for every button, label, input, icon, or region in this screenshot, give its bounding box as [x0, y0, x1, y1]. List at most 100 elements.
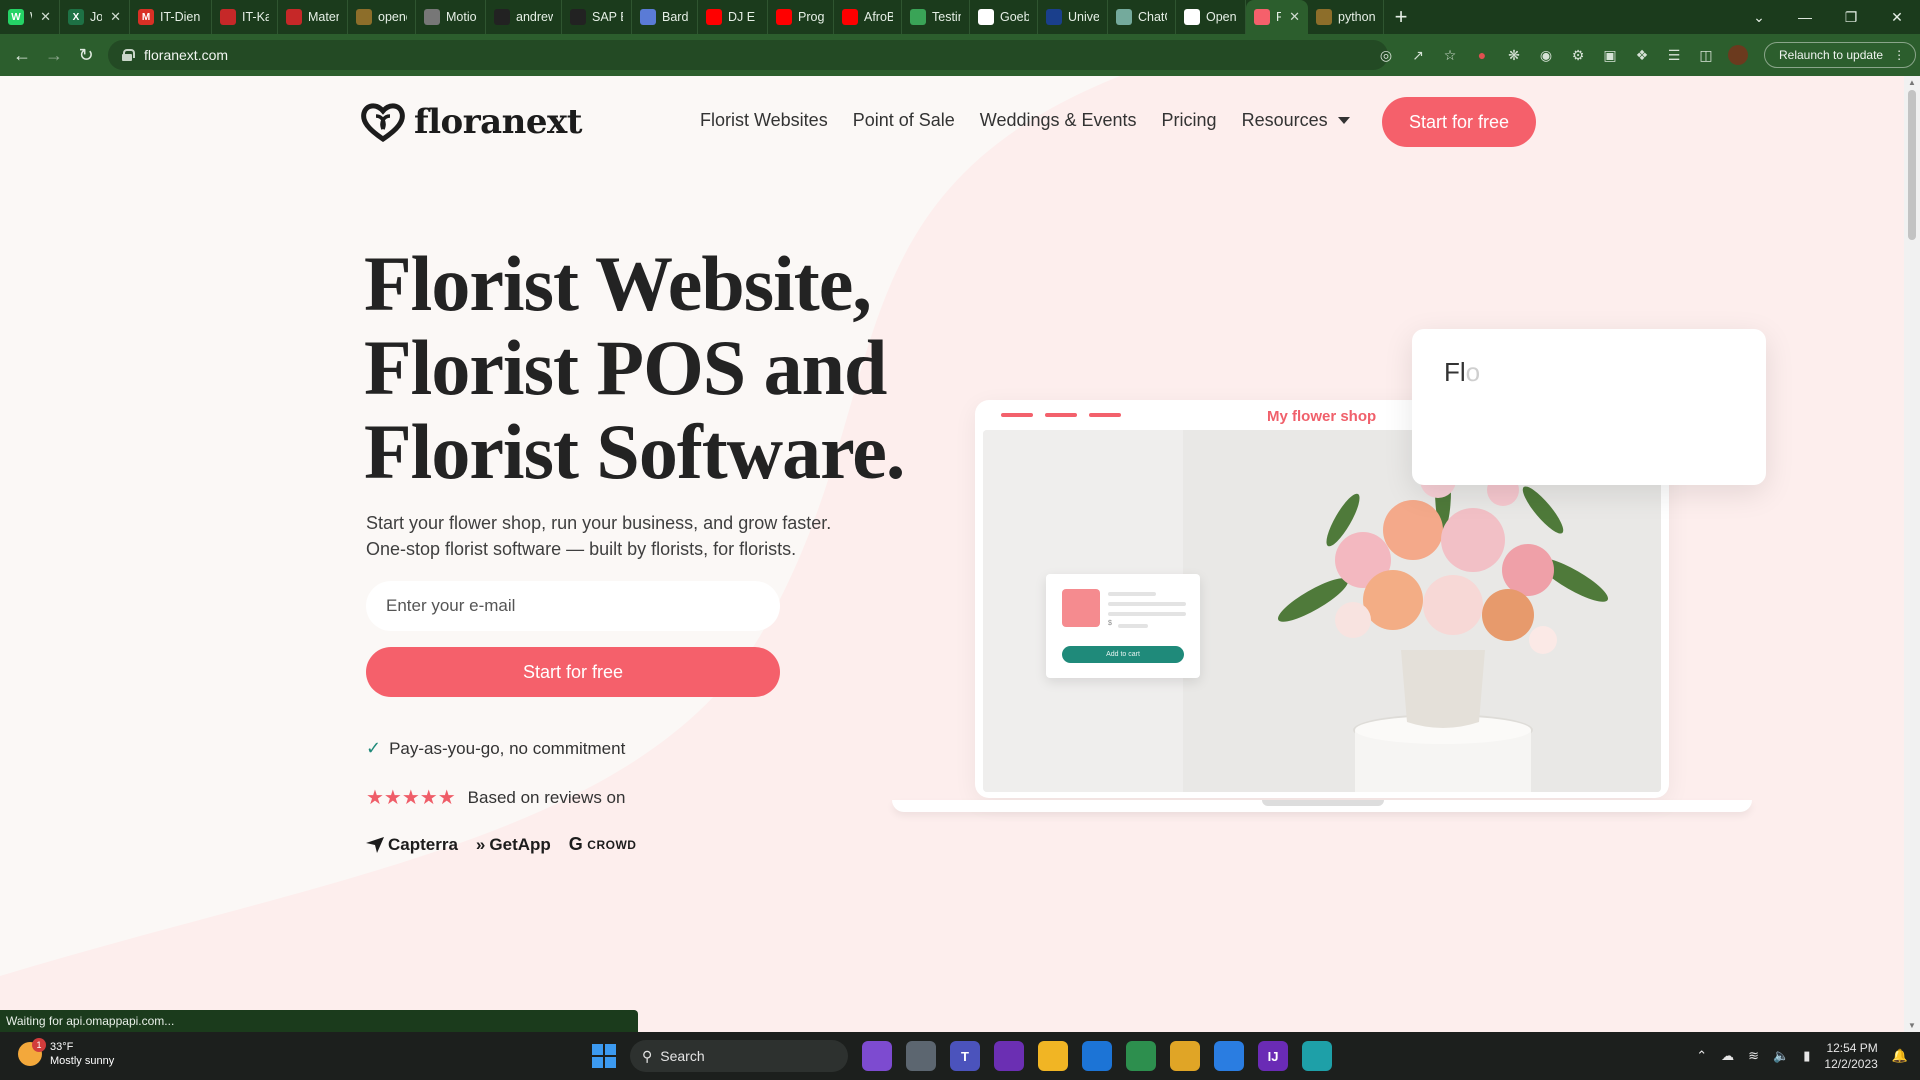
restore-icon[interactable]: ❐: [1828, 9, 1874, 26]
url-text[interactable]: floranext.com: [144, 47, 228, 63]
tab-title: Testing: [932, 10, 961, 24]
teams-app-icon[interactable]: T: [950, 1041, 980, 1071]
browser-tab[interactable]: OpenC: [1176, 0, 1246, 34]
new-tab-button[interactable]: +: [1384, 4, 1418, 30]
windows-start-icon[interactable]: [592, 1044, 616, 1068]
browser-tab[interactable]: X Jo ✕: [60, 0, 130, 34]
eye-off-icon[interactable]: ◎: [1376, 45, 1396, 65]
card-line: [1108, 602, 1186, 606]
forward-icon[interactable]: →: [38, 45, 70, 66]
lock-icon[interactable]: [122, 49, 135, 61]
tab-close-icon[interactable]: ✕: [1289, 9, 1300, 25]
browser-tab[interactable]: Matern: [278, 0, 348, 34]
tab-title: Jo: [90, 10, 103, 24]
clock[interactable]: 12:54 PM 12/2/2023: [1824, 1040, 1877, 1072]
subhead-line-2: One-stop florist software — built by flo…: [366, 539, 797, 559]
browser-tab[interactable]: G Goebel: [970, 0, 1038, 34]
tab-close-icon[interactable]: ✕: [110, 9, 121, 25]
browser-tab[interactable]: Motion: [416, 0, 486, 34]
copilot-app-icon[interactable]: [862, 1041, 892, 1071]
scroll-down-arrow-icon[interactable]: ▼: [1904, 1021, 1920, 1030]
edge-app-icon[interactable]: [1302, 1041, 1332, 1071]
email-input[interactable]: Enter your e-mail: [366, 581, 780, 631]
reviews-label: Based on reviews on: [467, 787, 626, 807]
menu-kebab-icon[interactable]: ⋮: [1893, 48, 1905, 62]
reload-icon[interactable]: ↻: [70, 45, 102, 66]
close-window-icon[interactable]: ✕: [1874, 9, 1920, 26]
browser-tab[interactable]: IT-Karri: [212, 0, 278, 34]
weather-desc: Mostly sunny: [50, 1055, 115, 1067]
tab-title: IT-Karri: [242, 10, 269, 24]
heart-logo-icon: [361, 103, 405, 142]
scroll-up-arrow-icon[interactable]: ▲: [1904, 78, 1920, 87]
nav-point-of-sale[interactable]: Point of Sale: [853, 110, 955, 131]
wifi-icon[interactable]: ≋: [1748, 1048, 1759, 1064]
clock-date: 12/2/2023: [1824, 1057, 1878, 1071]
scroll-thumb[interactable]: [1908, 90, 1916, 240]
screen-recorder-app-icon[interactable]: [994, 1041, 1024, 1071]
adblock-extension-icon[interactable]: ●: [1472, 45, 1492, 65]
extension-target-icon[interactable]: ◉: [1536, 45, 1556, 65]
extension-settings-icon[interactable]: ⚙: [1568, 45, 1588, 65]
weather-widget[interactable]: 33°F Mostly sunny: [18, 1038, 115, 1068]
notification-bell-icon[interactable]: 🔔: [1892, 1048, 1908, 1064]
battery-icon[interactable]: ▮: [1803, 1048, 1810, 1064]
browser-tab[interactable]: Bard: [632, 0, 698, 34]
extension-notion-icon[interactable]: ▣: [1600, 45, 1620, 65]
profile-avatar[interactable]: [1728, 45, 1748, 65]
file-explorer-icon[interactable]: [1038, 1041, 1068, 1071]
tab-favicon-icon: W: [8, 9, 24, 25]
tab-favicon-icon: M: [138, 9, 154, 25]
nav-florist-websites[interactable]: Florist Websites: [700, 110, 828, 131]
nav-pricing[interactable]: Pricing: [1162, 110, 1217, 131]
start-free-header-button[interactable]: Start for free: [1382, 97, 1536, 147]
minimize-icon[interactable]: —: [1782, 9, 1828, 25]
relaunch-button[interactable]: Relaunch to update ⋮: [1764, 42, 1917, 68]
side-panel-icon[interactable]: ◫: [1696, 45, 1716, 65]
browser-tab[interactable]: DJ E: [698, 0, 768, 34]
capterra-logo[interactable]: Capterra: [366, 835, 458, 855]
browser-tab[interactable]: ChatGP: [1108, 0, 1176, 34]
page-scrollbar[interactable]: ▲ ▼: [1904, 76, 1920, 1032]
browser-tab[interactable]: opencv: [348, 0, 416, 34]
extensions-puzzle-icon[interactable]: ❖: [1632, 45, 1652, 65]
task-view-icon[interactable]: [906, 1041, 936, 1071]
chrome-app-icon[interactable]: [1126, 1041, 1156, 1071]
system-tray: ⌃ ☁ ≋ 🔈 ▮ 12:54 PM 12/2/2023 🔔: [1696, 1040, 1908, 1072]
browser-tab[interactable]: SAP BI: [562, 0, 632, 34]
tab-close-icon[interactable]: ✕: [40, 9, 51, 25]
browser-tab[interactable]: andrew: [486, 0, 562, 34]
onedrive-icon[interactable]: ☁: [1721, 1048, 1734, 1064]
getapp-logo[interactable]: » GetApp: [476, 835, 551, 855]
browser-tab[interactable]: Univers: [1038, 0, 1108, 34]
start-free-button[interactable]: Start for free: [366, 647, 780, 697]
nav-resources[interactable]: Resources: [1242, 110, 1350, 131]
browser-tab[interactable]: python: [1308, 0, 1384, 34]
reading-list-icon[interactable]: ☰: [1664, 45, 1684, 65]
browser-tab[interactable]: M IT-Dien: [130, 0, 212, 34]
browser-tab[interactable]: Testing: [902, 0, 970, 34]
chrome-canary-app-icon[interactable]: [1170, 1041, 1200, 1071]
vscode-app-icon[interactable]: [1214, 1041, 1244, 1071]
tab-title: ChatGP: [1138, 10, 1167, 24]
browser-tab[interactable]: Progran: [768, 0, 834, 34]
brand-logo[interactable]: floranext: [360, 102, 583, 142]
volume-icon[interactable]: 🔈: [1773, 1048, 1789, 1064]
tray-chevron-icon[interactable]: ⌃: [1696, 1048, 1707, 1064]
tab-search-icon[interactable]: ⌄: [1736, 9, 1782, 26]
share-icon[interactable]: ↗: [1408, 45, 1428, 65]
browser-tab[interactable]: Flo ✕: [1246, 0, 1308, 34]
tab-title: python: [1338, 10, 1375, 24]
headline-line-1: Florist Website,: [364, 240, 872, 327]
address-bar[interactable]: floranext.com: [108, 40, 1388, 70]
browser-tab[interactable]: AfroBo: [834, 0, 902, 34]
taskbar-search[interactable]: ⚲ Search: [630, 1040, 848, 1072]
nav-weddings-events[interactable]: Weddings & Events: [980, 110, 1137, 131]
browser-tab[interactable]: W WI ✕: [0, 0, 60, 34]
g2-crowd-logo[interactable]: G CROWD: [569, 834, 637, 855]
extension-gear-icon[interactable]: ❋: [1504, 45, 1524, 65]
intellij-app-icon[interactable]: IJ: [1258, 1041, 1288, 1071]
bookmark-star-icon[interactable]: ☆: [1440, 45, 1460, 65]
mail-app-icon[interactable]: [1082, 1041, 1112, 1071]
back-icon[interactable]: ←: [6, 45, 38, 66]
